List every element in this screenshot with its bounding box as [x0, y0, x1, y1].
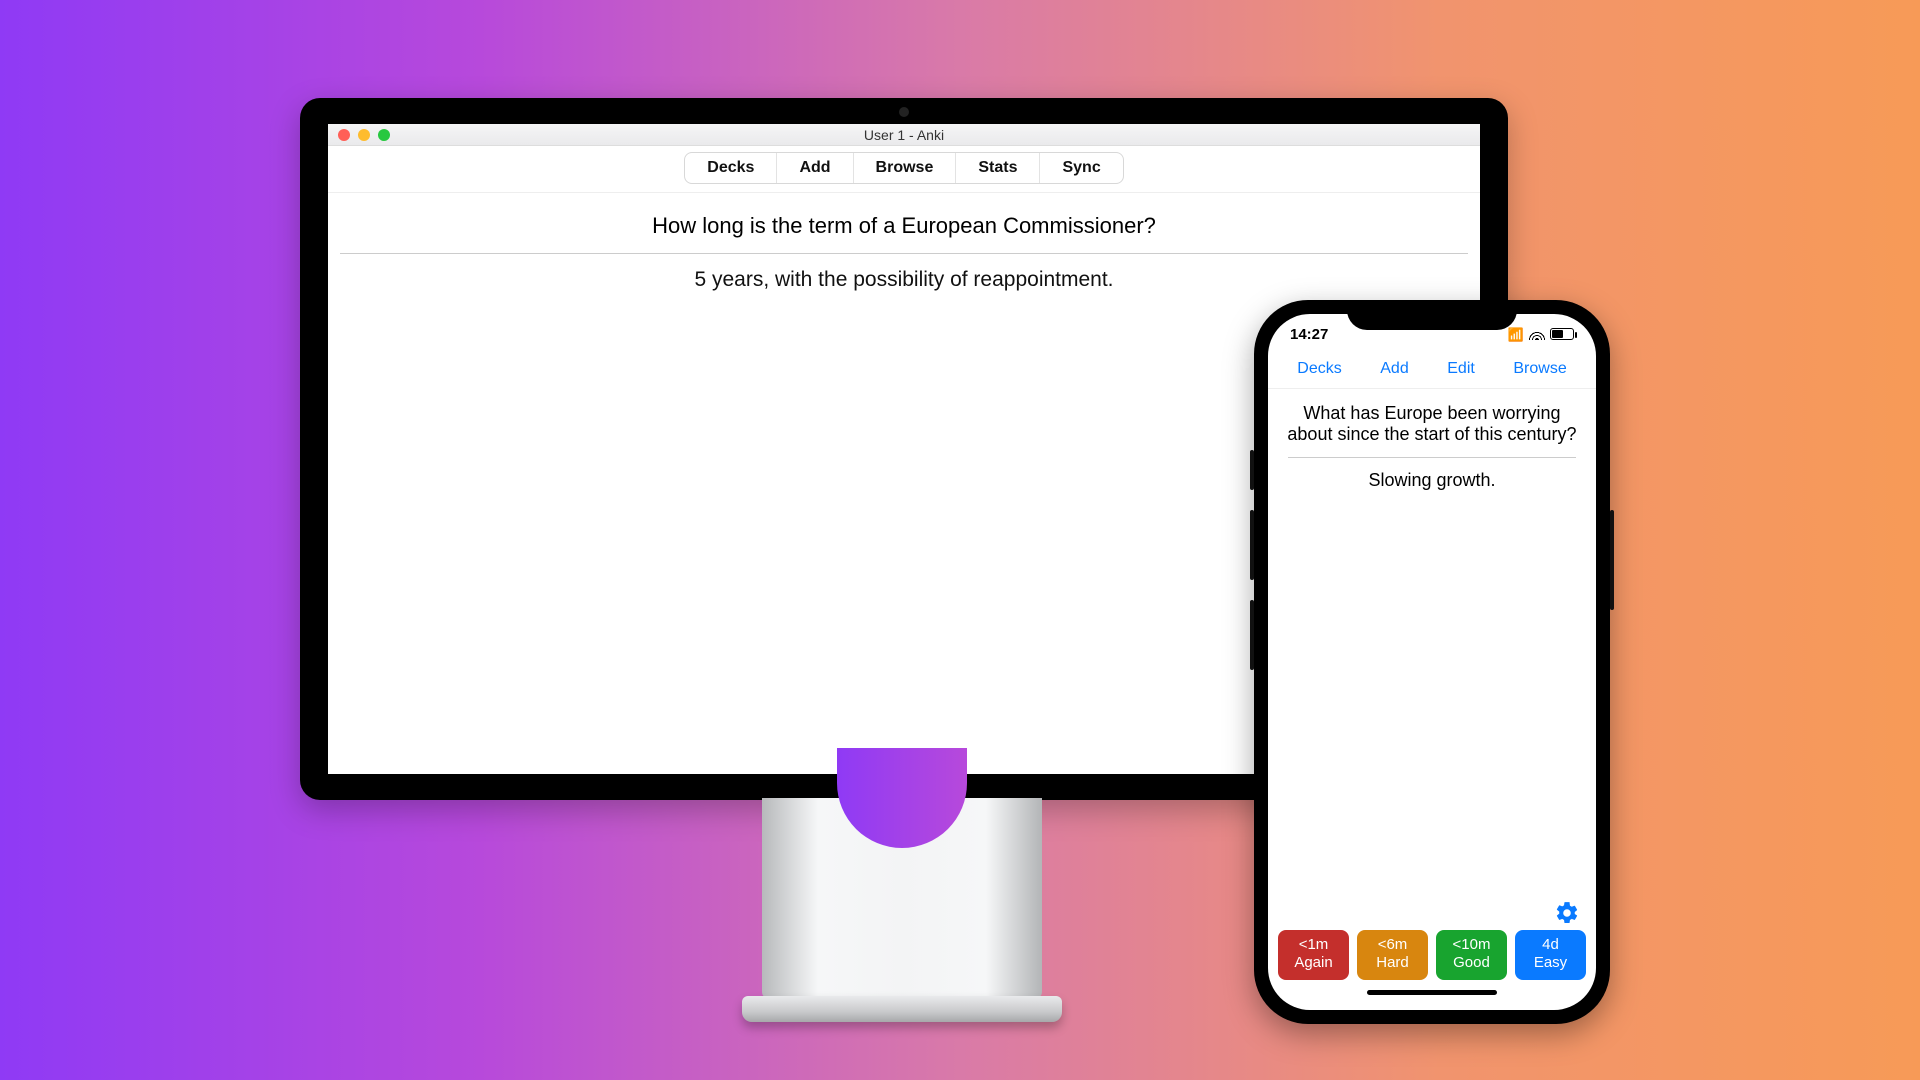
tab-decks[interactable]: Decks	[685, 153, 776, 183]
phone-volume-down	[1250, 600, 1254, 670]
tab-stats[interactable]: Stats	[955, 153, 1039, 183]
window-titlebar: User 1 - Anki	[328, 124, 1480, 146]
card-question: How long is the term of a European Commi…	[340, 213, 1468, 239]
phone-mute-switch	[1250, 450, 1254, 490]
monitor-stand-cutout	[837, 748, 967, 848]
answer-hard-button[interactable]: <6m Hard	[1357, 930, 1428, 980]
tab-sync[interactable]: Sync	[1039, 153, 1122, 183]
battery-icon	[1550, 328, 1574, 340]
answer-label: Hard	[1376, 954, 1409, 972]
answer-label: Again	[1294, 954, 1332, 972]
phone-notch	[1347, 300, 1517, 330]
desktop-flashcard: How long is the term of a European Commi…	[328, 193, 1480, 312]
card-answer: 5 years, with the possibility of reappoi…	[340, 268, 1468, 292]
tab-browse[interactable]: Browse	[853, 153, 956, 183]
nav-decks[interactable]: Decks	[1297, 360, 1341, 378]
answer-easy-button[interactable]: 4d Easy	[1515, 930, 1586, 980]
settings-button[interactable]	[1554, 900, 1580, 926]
stage: User 1 - Anki Decks Add Browse Stats Syn…	[0, 0, 1920, 1080]
phone-card-divider	[1288, 457, 1576, 458]
phone-volume-up	[1250, 510, 1254, 580]
answer-time: <10m	[1453, 936, 1491, 954]
window-title: User 1 - Anki	[328, 127, 1480, 143]
nav-edit[interactable]: Edit	[1447, 360, 1475, 378]
answer-time: <6m	[1378, 936, 1408, 954]
answer-label: Good	[1453, 954, 1490, 972]
monitor-camera	[899, 107, 909, 117]
phone-device: 14:27 Decks Add Edit Browse What has Eur…	[1254, 300, 1610, 1024]
answer-again-button[interactable]: <1m Again	[1278, 930, 1349, 980]
status-time: 14:27	[1290, 326, 1328, 343]
answer-buttons: <1m Again <6m Hard <10m Good 4d Easy	[1268, 922, 1596, 980]
answer-good-button[interactable]: <10m Good	[1436, 930, 1507, 980]
phone-card-answer: Slowing growth.	[1282, 470, 1582, 491]
gear-icon	[1554, 900, 1580, 926]
phone-card-spacer	[1268, 491, 1596, 922]
answer-time: 4d	[1542, 936, 1559, 954]
status-icons	[1508, 326, 1574, 343]
toolbar-tabs: Decks Add Browse Stats Sync	[684, 152, 1123, 184]
monitor-stand-base	[742, 996, 1062, 1022]
phone-flashcard: What has Europe been worrying about sinc…	[1268, 389, 1596, 491]
desktop-toolbar: Decks Add Browse Stats Sync	[328, 146, 1480, 193]
nav-browse[interactable]: Browse	[1513, 360, 1566, 378]
phone-card-question: What has Europe been worrying about sinc…	[1282, 403, 1582, 445]
signal-icon	[1508, 326, 1524, 343]
answer-label: Easy	[1534, 954, 1567, 972]
phone-screen: 14:27 Decks Add Edit Browse What has Eur…	[1268, 314, 1596, 1010]
card-divider	[340, 253, 1468, 254]
nav-add[interactable]: Add	[1380, 360, 1408, 378]
monitor-stand-neck	[762, 798, 1042, 998]
wifi-icon	[1529, 328, 1545, 340]
tab-add[interactable]: Add	[776, 153, 852, 183]
answer-time: <1m	[1299, 936, 1329, 954]
home-indicator[interactable]	[1268, 980, 1596, 1010]
phone-nav: Decks Add Edit Browse	[1268, 354, 1596, 389]
phone-power-button	[1610, 510, 1614, 610]
